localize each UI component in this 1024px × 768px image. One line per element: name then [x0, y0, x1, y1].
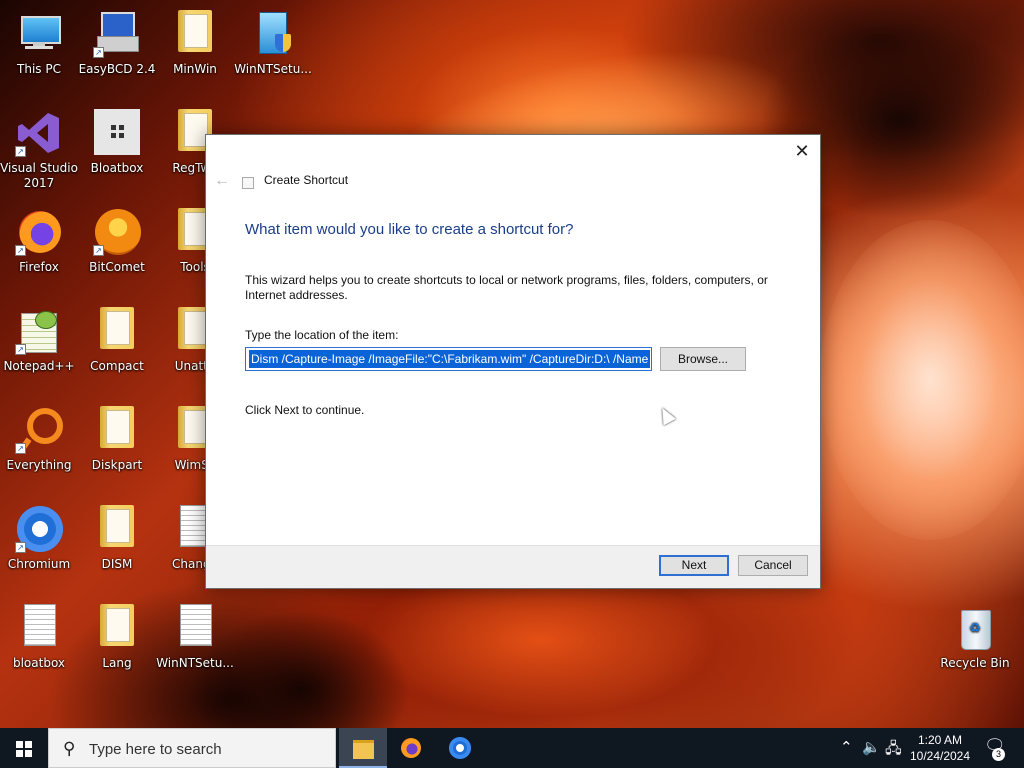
desktop-icon-minwin[interactable]: MinWin	[156, 4, 234, 96]
bitcomet-icon: ↗	[93, 208, 141, 256]
location-label: Type the location of the item:	[245, 328, 399, 342]
desktop-icon-this-pc[interactable]: This PC	[0, 4, 78, 96]
desktop-icon-visual-studio[interactable]: ↗ Visual Studio 2017	[0, 103, 78, 195]
create-shortcut-dialog: ✕ ← Create Shortcut What item would you …	[205, 134, 821, 589]
folder-icon	[171, 10, 219, 58]
taskbar-chromium[interactable]	[436, 728, 484, 768]
setup-icon	[249, 10, 297, 58]
desktop-icon-label: Compact	[90, 359, 144, 373]
chromium-icon	[449, 737, 471, 759]
back-arrow-icon: ←	[214, 172, 230, 189]
desktop-icon-bloatbox-file[interactable]: bloatbox	[0, 598, 78, 690]
desktop-icon-everything[interactable]: ↗ Everything	[0, 400, 78, 492]
close-icon[interactable]: ✕	[792, 141, 812, 161]
desktop-icon-label: Lang	[102, 656, 132, 670]
desktop-icon-label: bloatbox	[12, 656, 66, 670]
desktop-icon-label: BitComet	[89, 260, 145, 274]
desktop-icon-label: Firefox	[19, 260, 59, 274]
firefox-icon	[401, 738, 421, 758]
desktop-icon-label: Recycle Bin	[940, 656, 1010, 670]
desktop-icon-label: WinNTSetu...	[156, 656, 234, 670]
bloatbox-icon	[93, 109, 141, 157]
desktop-icon-easybcd[interactable]: ↗ EasyBCD 2.4	[78, 4, 156, 96]
recycle-bin-icon: ♻	[951, 604, 999, 652]
desktop-icon-label: Notepad++	[3, 359, 75, 373]
search-icon: ⚲	[63, 739, 76, 758]
dialog-footer: Next Cancel	[206, 545, 820, 588]
desktop-icon-firefox[interactable]: ↗ Firefox	[0, 202, 78, 294]
chromium-icon: ↗	[15, 505, 63, 553]
desktop-icon-label: Visual Studio	[0, 161, 78, 175]
start-button[interactable]	[0, 728, 48, 768]
desktop-icon-label: Chromium	[7, 557, 71, 571]
next-button[interactable]: Next	[659, 555, 729, 576]
wizard-description: This wizard helps you to create shortcut…	[245, 273, 768, 302]
desktop-icon-label: Diskpart	[91, 458, 143, 472]
cancel-button[interactable]: Cancel	[738, 555, 808, 576]
taskbar-search-box[interactable]: ⚲ Type here to search	[48, 728, 336, 768]
dialog-title: Create Shortcut	[264, 173, 349, 187]
desktop-icon-bitcomet[interactable]: ↗ BitComet	[78, 202, 156, 294]
notepadpp-icon: ↗	[15, 307, 63, 355]
desktop-icon-compact[interactable]: Compact	[78, 301, 156, 393]
desktop-icon-label: Bloatbox	[90, 161, 144, 175]
folder-icon	[93, 307, 141, 355]
taskbar: ⚲ Type here to search ⌃ 🔈 🖧 1:20 AM 10/2…	[0, 728, 1024, 768]
desktop-icon-notepadpp[interactable]: ↗ Notepad++	[0, 301, 78, 393]
clock-time: 1:20 AM	[917, 733, 963, 747]
firefox-icon: ↗	[15, 208, 63, 256]
desktop-icon-lang[interactable]: Lang	[78, 598, 156, 690]
computer-icon	[15, 10, 63, 58]
windows-logo-icon	[16, 741, 32, 757]
wizard-heading: What item would you like to create a sho…	[245, 221, 574, 238]
desktop-icon-recycle-bin[interactable]: ♻ Recycle Bin	[936, 598, 1014, 690]
document-icon	[171, 604, 219, 652]
taskbar-clock[interactable]: 1:20 AM 10/24/2024	[900, 732, 980, 764]
file-explorer-icon	[353, 740, 374, 759]
wallpaper-glow	[820, 220, 1024, 540]
browse-button[interactable]: Browse...	[660, 347, 746, 371]
folder-icon	[93, 505, 141, 553]
easybcd-icon: ↗	[93, 10, 141, 58]
desktop-icon-winntsetup-file[interactable]: WinNTSetu...	[156, 598, 234, 690]
desktop-icon-label: MinWin	[173, 62, 217, 76]
speaker-muted-icon[interactable]: 🔈	[862, 738, 881, 756]
search-placeholder: Type here to search	[89, 741, 222, 758]
desktop-icon-label: Everything	[6, 458, 72, 472]
everything-icon: ↗	[15, 406, 63, 454]
desktop-icon-label: DISM	[101, 557, 133, 571]
desktop-icon-chromium[interactable]: ↗ Chromium	[0, 499, 78, 591]
chevron-up-icon[interactable]: ⌃	[840, 738, 853, 756]
location-input-value: Dism /Capture-Image /ImageFile:"C:\Fabri…	[249, 350, 651, 368]
desktop-icon-diskpart[interactable]: Diskpart	[78, 400, 156, 492]
clock-date: 10/24/2024	[909, 749, 971, 763]
desktop-icon-label: This PC	[17, 62, 61, 76]
location-input[interactable]: Dism /Capture-Image /ImageFile:"C:\Fabri…	[245, 347, 652, 371]
continue-hint: Click Next to continue.	[245, 403, 365, 417]
desktop-icon-dism[interactable]: DISM	[78, 499, 156, 591]
folder-icon	[93, 604, 141, 652]
shortcut-icon	[242, 177, 254, 189]
taskbar-file-explorer[interactable]	[339, 728, 387, 768]
visual-studio-icon: ↗	[15, 109, 63, 157]
desktop-icon-label-line2: 2017	[23, 176, 55, 190]
document-icon	[15, 604, 63, 652]
desktop-icon-bloatbox[interactable]: Bloatbox	[78, 103, 156, 195]
taskbar-firefox[interactable]	[387, 728, 435, 768]
notification-badge: 3	[992, 748, 1005, 761]
desktop-icon-winntsetup[interactable]: WinNTSetu...	[234, 4, 312, 96]
desktop-icon-label: EasyBCD 2.4	[78, 62, 156, 76]
desktop-icon-label: WinNTSetu...	[234, 62, 312, 76]
folder-icon	[93, 406, 141, 454]
